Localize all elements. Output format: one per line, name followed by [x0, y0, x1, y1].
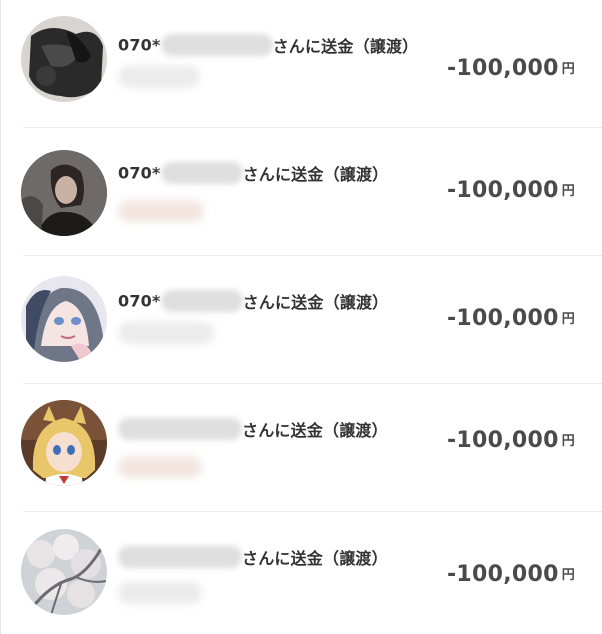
dark-clothing-photo-icon [21, 16, 107, 102]
transaction-row[interactable]: 070* さんに送金（譲渡） -100,000 円 [1, 0, 602, 128]
amount: -100,000 円 [446, 562, 575, 587]
transaction-row[interactable]: 070* さんに送金（譲渡） -100,000 円 [1, 256, 602, 384]
redacted-name [160, 34, 273, 56]
anime-blonde-illustration-icon [21, 400, 107, 486]
recipient-title: さんに送金（譲渡） [118, 545, 388, 569]
avatar [21, 276, 107, 362]
redacted-subtext [118, 66, 200, 88]
amount: -100,000 円 [446, 56, 575, 81]
redacted-subtext [118, 322, 214, 344]
avatar [21, 400, 107, 486]
redacted-subtext [118, 200, 204, 222]
transaction-row[interactable]: さんに送金（譲渡） -100,000 円 [1, 384, 602, 512]
recipient-title: 070* さんに送金（譲渡） [118, 290, 389, 312]
avatar [21, 150, 107, 236]
transaction-list: 070* さんに送金（譲渡） -100,000 円 070* さんに送金（譲渡） -1… [0, 0, 602, 634]
redacted-name [160, 162, 243, 184]
recipient-title: 070* さんに送金（譲渡） [118, 162, 389, 184]
transaction-row[interactable]: さんに送金（譲渡） -100,000 円 [1, 512, 602, 634]
cherry-blossom-photo-icon [21, 529, 107, 615]
transaction-row[interactable]: 070* さんに送金（譲渡） -100,000 円 [1, 128, 602, 256]
anime-girl-illustration-icon [21, 276, 107, 362]
recipient-title: さんに送金（譲渡） [118, 417, 388, 441]
amount: -100,000 円 [446, 306, 575, 331]
avatar [21, 16, 107, 102]
amount: -100,000 円 [446, 428, 575, 453]
avatar [21, 529, 107, 615]
redacted-name [118, 546, 242, 568]
redacted-subtext [118, 582, 202, 604]
redacted-name [118, 418, 242, 440]
woman-portrait-photo-icon [21, 150, 107, 236]
redacted-name [160, 290, 243, 312]
recipient-title: 070* さんに送金（譲渡） [118, 34, 419, 56]
redacted-subtext [118, 456, 202, 478]
amount: -100,000 円 [446, 178, 575, 203]
